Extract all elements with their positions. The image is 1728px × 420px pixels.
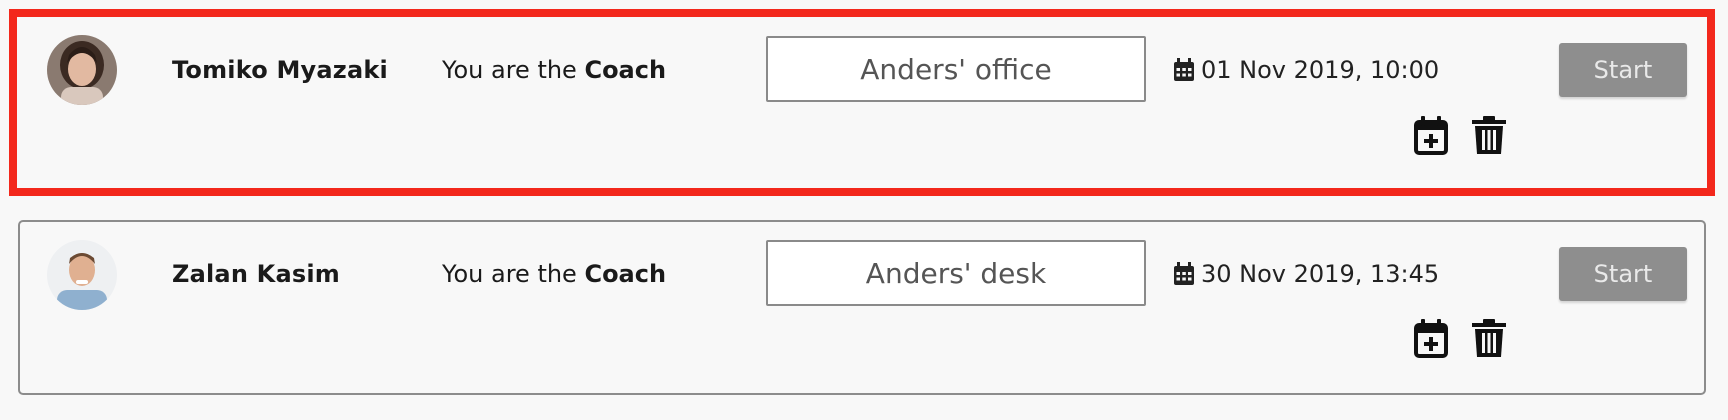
delete-trash-icon[interactable] [1471,115,1507,159]
role-prefix: You are the [442,260,585,288]
role-text: You are the Coach [442,56,666,84]
add-to-calendar-icon[interactable] [1413,318,1449,362]
location-field[interactable]: Anders' desk [766,240,1146,306]
datetime-text: 01 Nov 2019, 10:00 [1201,56,1440,84]
datetime-text: 30 Nov 2019, 13:45 [1201,260,1440,288]
person-name: Zalan Kasim [172,260,340,288]
role-prefix: You are the [442,56,585,84]
avatar [47,35,117,105]
role-text: You are the Coach [442,260,666,288]
role-label: Coach [584,260,667,288]
avatar [47,240,117,310]
add-to-calendar-icon[interactable] [1413,115,1449,159]
start-button[interactable]: Start [1559,43,1687,97]
location-field[interactable]: Anders' office [766,36,1146,102]
session-datetime: 30 Nov 2019, 13:45 [1173,260,1439,288]
calendar-icon [1173,58,1195,82]
person-name: Tomiko Myazaki [172,56,388,84]
start-button[interactable]: Start [1559,247,1687,301]
session-datetime: 01 Nov 2019, 10:00 [1173,56,1439,84]
calendar-icon [1173,262,1195,286]
delete-trash-icon[interactable] [1471,318,1507,362]
role-label: Coach [584,56,667,84]
